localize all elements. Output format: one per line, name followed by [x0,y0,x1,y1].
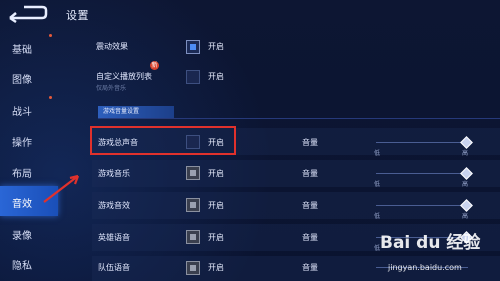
sidebar-item-label: 布局 [12,169,32,180]
team-voice-on-label: 开启 [208,263,224,272]
volume-label: 音量 [302,169,318,178]
music-label: 游戏音乐 [98,169,130,178]
sfx-label: 游戏音效 [98,201,130,210]
highlight-box [90,126,236,155]
sidebar-item-label: 音效 [12,199,32,210]
sidebar-item-label: 操作 [12,138,32,149]
volume-label: 音量 [302,201,318,210]
team-voice-toggle[interactable] [186,261,200,275]
vibration-toggle[interactable] [186,40,200,54]
playlist-label: 自定义播放列表 [96,72,152,81]
hero-voice-label: 英雄语音 [98,233,130,242]
sidebar-item-label: 图像 [12,75,32,86]
baidu-watermark-url: jingyan.baidu.com [388,263,462,272]
hero-voice-on-label: 开启 [208,233,224,242]
sidebar-item-label: 基础 [12,45,32,56]
sidebar-item-replay[interactable]: 录像 [0,218,58,248]
high-label: 高 [462,181,469,188]
team-voice-label: 队伍语音 [98,263,130,272]
high-label: 高 [462,213,469,220]
sidebar-item-basic[interactable]: 基础 [0,32,58,62]
low-label: 低 [374,181,381,188]
sidebar-item-label: 战斗 [12,107,32,118]
sidebar: 基础 图像 战斗 操作 布局 音效 录像 隐私 [0,30,58,281]
volume-label: 音量 [302,138,318,147]
music-toggle[interactable] [186,166,200,180]
new-badge: 新 [150,61,159,70]
divider [98,118,500,119]
volume-slider[interactable] [376,142,468,143]
vibration-label: 震动效果 [96,42,128,51]
volume-label: 音量 [302,263,318,272]
hero-voice-toggle[interactable] [186,230,200,244]
page-title: 设置 [66,9,89,22]
back-arrow-icon[interactable] [6,4,48,24]
sidebar-item-label: 录像 [12,231,32,242]
section-title: 游戏音量设置 [98,106,174,118]
volume-label: 音量 [302,233,318,242]
baidu-watermark-logo: Bai du 经验 [380,233,481,253]
sidebar-item-label: 隐私 [12,261,32,272]
music-on-label: 开启 [208,169,224,178]
annotation-arrow-icon [43,174,80,203]
sfx-on-label: 开启 [208,201,224,210]
notification-dot [49,34,52,37]
sidebar-item-privacy[interactable]: 隐私 [0,248,58,278]
vibration-on-label: 开启 [208,42,224,51]
sidebar-item-controls[interactable]: 操作 [0,125,58,155]
low-label: 低 [374,213,381,220]
sidebar-item-combat[interactable]: 战斗 [0,94,58,124]
playlist-hint: 仅局外音乐 [96,85,127,92]
sidebar-item-graphics[interactable]: 图像 [0,62,58,92]
notification-dot [49,96,52,99]
high-label: 高 [462,150,469,157]
header: 设置 [0,0,500,30]
volume-slider[interactable] [376,205,468,206]
low-label: 低 [374,150,381,157]
sfx-toggle[interactable] [186,198,200,212]
settings-screen: 设置 基础 图像 战斗 操作 布局 音效 录像 隐私 震动效果 开启 自定义播放… [0,0,500,281]
playlist-on-label: 开启 [208,72,224,81]
volume-slider[interactable] [376,173,468,174]
playlist-toggle[interactable] [186,70,200,84]
